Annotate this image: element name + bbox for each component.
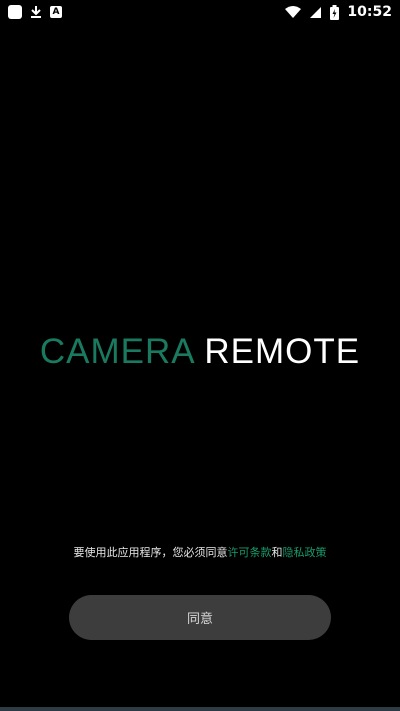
status-bar: A 10:52 [0,0,400,24]
bottom-nav-bar [0,707,400,711]
agree-button[interactable]: 同意 [69,595,331,640]
notification-square-icon [8,5,22,19]
privacy-policy-link[interactable]: 隐私政策 [283,546,327,559]
app-logo: CAMERA REMOTE [0,330,400,374]
download-icon [31,6,41,18]
status-time: 10:52 [347,4,392,20]
status-left: A [8,5,62,19]
license-terms-link[interactable]: 许可条款 [228,546,272,559]
consent-text: 要使用此应用程序，您必须同意许可条款和隐私政策 [0,544,400,560]
logo-camera-text: CAMERA [39,332,194,371]
consent-and: 和 [271,546,283,559]
signal-icon [310,6,322,18]
status-right: 10:52 [285,4,392,20]
wifi-icon [285,5,302,18]
battery-charging-icon [330,4,340,20]
consent-prefix: 要使用此应用程序，您必须同意 [73,546,228,559]
a-icon: A [50,6,62,18]
logo-remote-text: REMOTE [193,332,361,371]
